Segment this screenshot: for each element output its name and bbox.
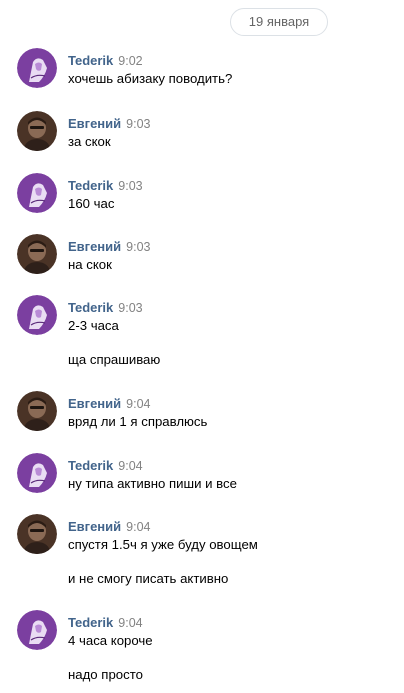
author-name[interactable]: Евгений — [68, 239, 121, 254]
message-time[interactable]: 9:03 — [118, 301, 142, 315]
evgeniy-avatar[interactable] — [17, 234, 57, 274]
author-name[interactable]: Tederik — [68, 178, 113, 193]
message-header: Евгений 9:03 — [68, 238, 151, 254]
message-text: ну типа активно пиши и все — [68, 476, 237, 491]
evgeniy-avatar[interactable] — [17, 111, 57, 151]
message-text: 4 часа короче — [68, 633, 153, 648]
author-name[interactable]: Tederik — [68, 53, 113, 68]
message-header: Евгений 9:04 — [68, 395, 151, 411]
message-header: Евгений 9:03 — [68, 115, 151, 131]
message-text: 2-3 часа — [68, 318, 119, 333]
message-header: Tederik 9:02 — [68, 52, 143, 68]
tederik-avatar[interactable] — [17, 610, 57, 650]
evgeniy-avatar[interactable] — [17, 514, 57, 554]
message-time[interactable]: 9:03 — [126, 117, 150, 131]
message-time[interactable]: 9:04 — [126, 397, 150, 411]
message-text: надо просто — [68, 667, 143, 682]
message-text: за скок — [68, 134, 111, 149]
message-text: на скок — [68, 257, 112, 272]
author-name[interactable]: Евгений — [68, 116, 121, 131]
message-header: Tederik 9:04 — [68, 457, 143, 473]
message-header: Евгений 9:04 — [68, 518, 151, 534]
tederik-avatar[interactable] — [17, 48, 57, 88]
message-time[interactable]: 9:04 — [118, 459, 142, 473]
message-text: ща спрашиваю — [68, 352, 161, 367]
author-name[interactable]: Tederik — [68, 615, 113, 630]
message-time[interactable]: 9:04 — [126, 520, 150, 534]
tederik-avatar[interactable] — [17, 295, 57, 335]
message-text: вряд ли 1 я справлюсь — [68, 414, 208, 429]
author-name[interactable]: Tederik — [68, 300, 113, 315]
message-text: спустя 1.5ч я уже буду овощем — [68, 537, 258, 552]
tederik-avatar[interactable] — [17, 173, 57, 213]
message-header: Tederik 9:03 — [68, 299, 143, 315]
author-name[interactable]: Евгений — [68, 396, 121, 411]
message-header: Tederik 9:03 — [68, 177, 143, 193]
evgeniy-avatar[interactable] — [17, 391, 57, 431]
message-time[interactable]: 9:03 — [126, 240, 150, 254]
message-text: 160 час — [68, 196, 115, 211]
message-header: Tederik 9:04 — [68, 614, 143, 630]
author-name[interactable]: Евгений — [68, 519, 121, 534]
author-name[interactable]: Tederik — [68, 458, 113, 473]
message-time[interactable]: 9:03 — [118, 179, 142, 193]
message-time[interactable]: 9:02 — [118, 54, 142, 68]
date-divider: 19 января — [230, 8, 328, 36]
message-text: и не смогу писать активно — [68, 571, 229, 586]
message-text: хочешь абизаку поводить? — [68, 71, 233, 86]
tederik-avatar[interactable] — [17, 453, 57, 493]
message-time[interactable]: 9:04 — [118, 616, 142, 630]
